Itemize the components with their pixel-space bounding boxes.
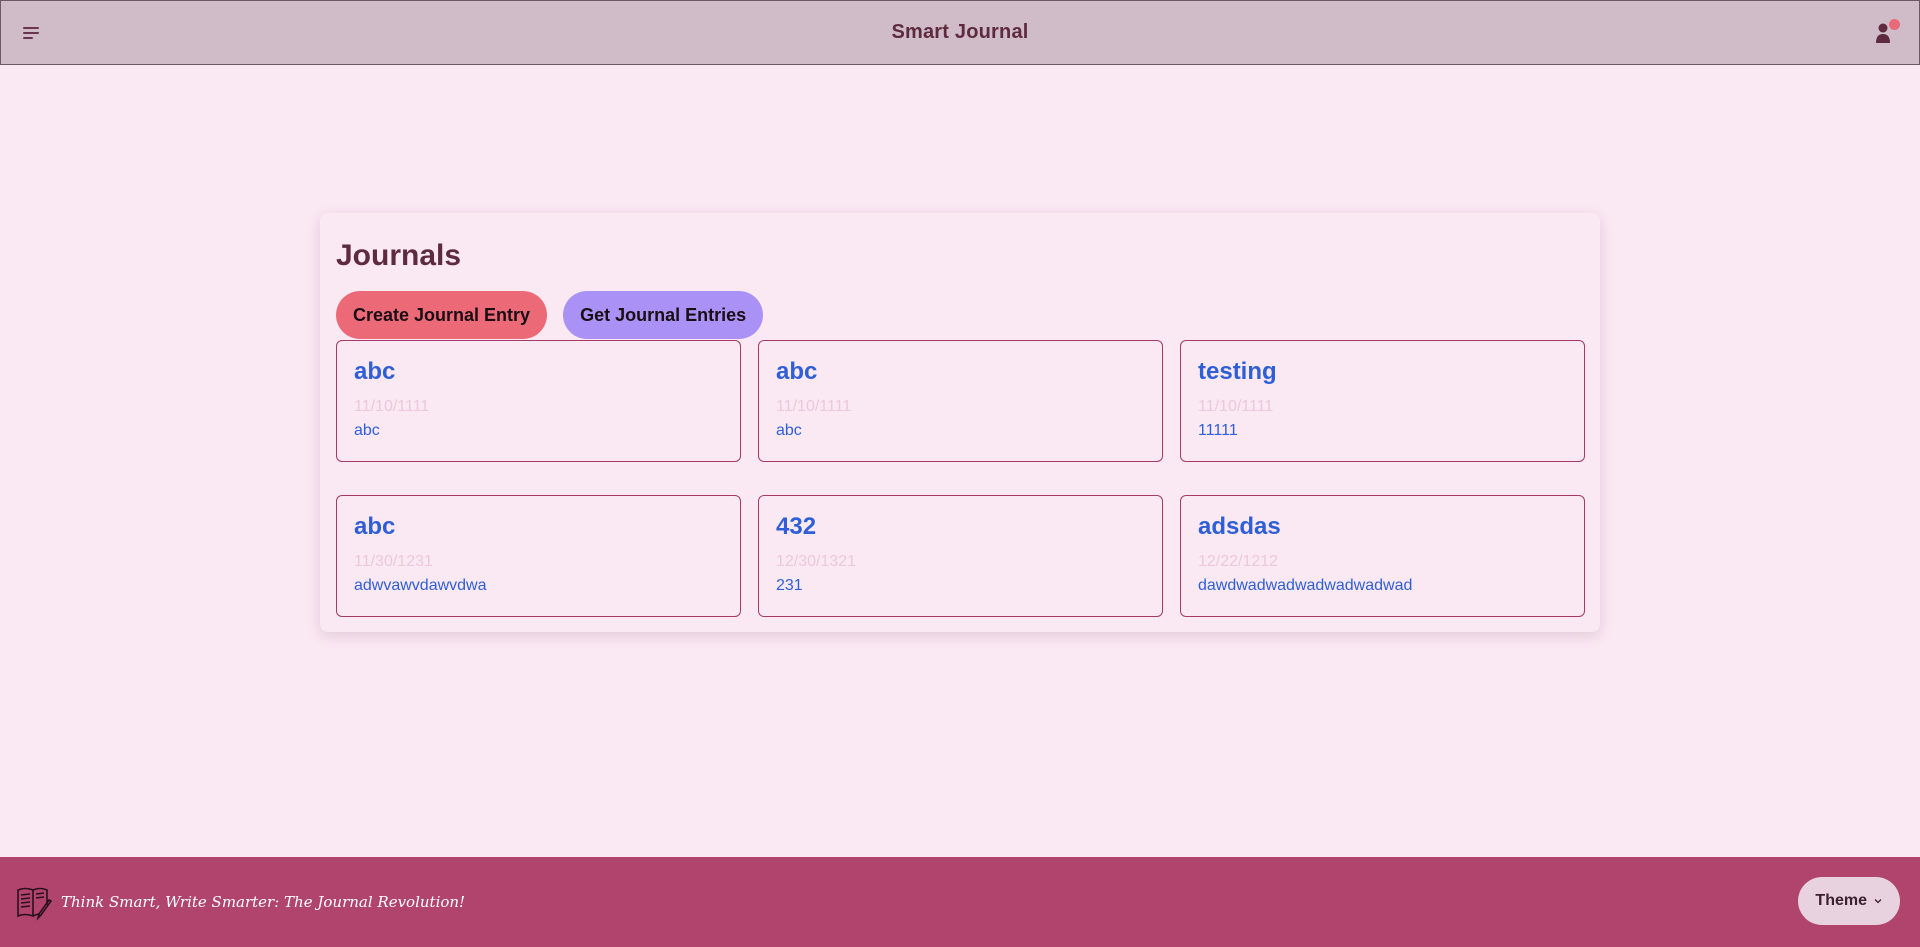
- journal-entry-card[interactable]: abc 11/10/1111 abc: [336, 340, 741, 462]
- journal-entry-card[interactable]: abc 11/10/1111 abc: [758, 340, 1163, 462]
- entry-date: 12/30/1321: [776, 553, 857, 570]
- theme-label: Theme: [1815, 892, 1867, 909]
- footer: Think Smart, Write Smarter: The Journal …: [0, 857, 1920, 947]
- entry-date: 12/22/1212: [1198, 553, 1279, 570]
- entry-body: dawdwadwadwadwadwadwad: [1198, 577, 1413, 594]
- entry-title: testing: [1198, 358, 1277, 385]
- journals-panel: Journals Create Journal Entry Get Journa…: [320, 213, 1600, 632]
- journal-writing-icon: [15, 883, 53, 921]
- journal-entry-card[interactable]: adsdas 12/22/1212 dawdwadwadwadwadwadwad: [1180, 495, 1585, 617]
- entry-date: 11/10/1111: [1198, 398, 1274, 415]
- journal-entry-card[interactable]: abc 11/30/1231 adwvawvdawvdwa: [336, 495, 741, 617]
- entry-body: abc: [776, 422, 802, 439]
- entry-body: adwvawvdawvdwa: [354, 577, 487, 594]
- entry-date: 11/10/1111: [354, 398, 430, 415]
- entry-title: abc: [354, 513, 396, 540]
- chevron-down-icon: [1874, 899, 1882, 904]
- create-journal-entry-button[interactable]: Create Journal Entry: [336, 291, 548, 339]
- action-buttons: Create Journal Entry Get Journal Entries: [336, 291, 1584, 339]
- hamburger-menu-icon[interactable]: [23, 23, 45, 43]
- get-journal-entries-button[interactable]: Get Journal Entries: [563, 291, 764, 339]
- entry-title: abc: [354, 358, 396, 385]
- theme-dropdown-button[interactable]: Theme: [1798, 877, 1900, 925]
- top-navbar: Smart Journal: [0, 0, 1920, 65]
- user-icon[interactable]: [1873, 19, 1900, 45]
- journal-entries-grid: abc 11/10/1111 abc abc 11/10/1111 abc te…: [336, 340, 1585, 617]
- footer-tagline: Think Smart, Write Smarter: The Journal …: [61, 893, 466, 911]
- page-title: Journals: [336, 239, 462, 272]
- entry-body: 231: [776, 577, 803, 594]
- entry-date: 11/30/1231: [354, 553, 433, 570]
- entry-title: adsdas: [1198, 513, 1281, 540]
- notification-dot: [1889, 19, 1900, 30]
- entry-title: 432: [776, 513, 817, 540]
- entry-body: abc: [354, 422, 380, 439]
- entry-date: 11/10/1111: [776, 398, 852, 415]
- app-title: Smart Journal: [891, 21, 1029, 43]
- journal-entry-card[interactable]: testing 11/10/1111 11111: [1180, 340, 1585, 462]
- journal-entry-card[interactable]: 432 12/30/1321 231: [758, 495, 1163, 617]
- entry-body: 11111: [1198, 422, 1238, 439]
- entry-title: abc: [776, 358, 818, 385]
